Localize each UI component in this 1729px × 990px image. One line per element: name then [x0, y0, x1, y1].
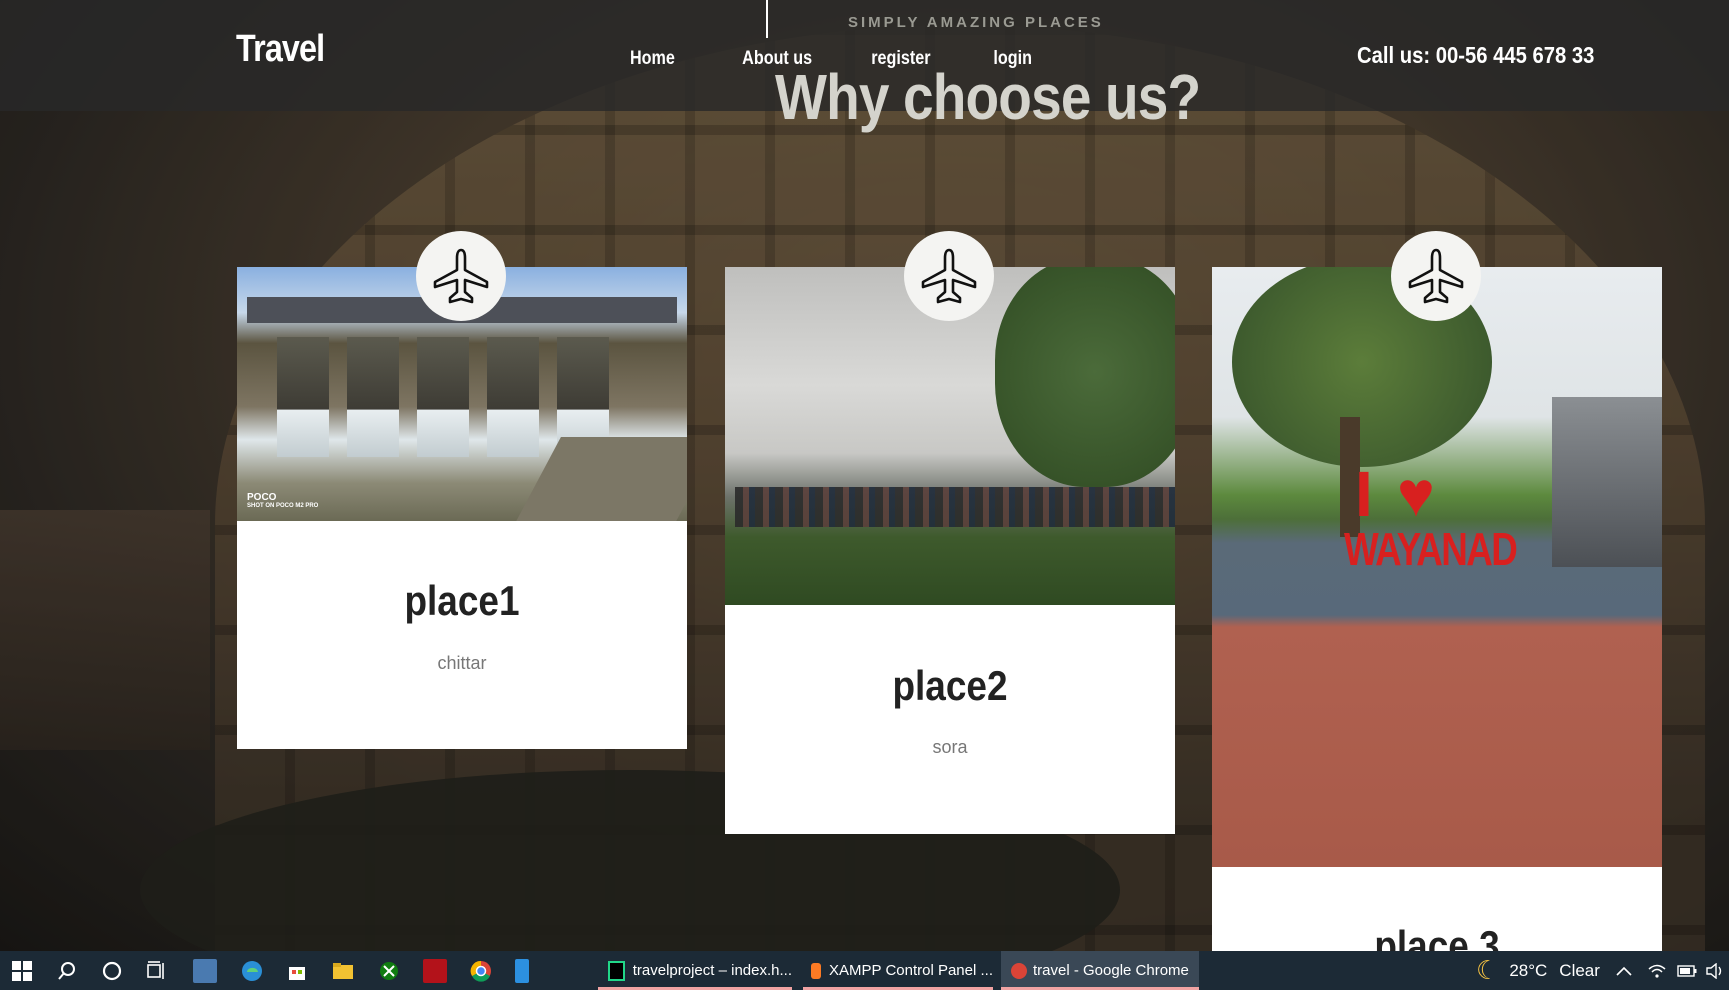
place-subtitle: chittar — [437, 653, 487, 673]
chrome-icon — [1011, 962, 1027, 979]
place-card[interactable]: I ♥ WAYANAD place 3 — [1212, 267, 1662, 969]
photo-watermark: POCO SHOT ON POCO M2 PRO — [247, 492, 319, 509]
airplane-icon — [921, 248, 977, 304]
sign-letter: I — [1355, 458, 1373, 530]
app-icon[interactable] — [423, 959, 447, 983]
xampp-icon — [811, 962, 822, 979]
airplane-badge — [416, 231, 506, 321]
chevron-up-icon[interactable] — [1616, 951, 1632, 990]
place-title: place2 — [892, 662, 1008, 709]
file-explorer-icon[interactable] — [331, 959, 355, 983]
place-title: place1 — [404, 577, 520, 624]
place-card[interactable]: POCO SHOT ON POCO M2 PRO place1 chittar — [237, 267, 687, 749]
task-view-icon[interactable] — [145, 959, 169, 983]
place-subtitle: sora — [932, 737, 968, 757]
wayanad-sign: WAYANAD — [1344, 523, 1518, 575]
taskbar-app-xampp[interactable]: XAMPP Control Panel ... — [803, 951, 993, 990]
tagline: SIMPLY AMAZING PLACES — [848, 14, 1104, 31]
place-photo: I ♥ WAYANAD — [1212, 267, 1662, 867]
store-icon[interactable] — [285, 959, 309, 983]
nav-home[interactable]: Home — [630, 48, 675, 70]
windows-taskbar: travelproject – index.h... XAMPP Control… — [0, 951, 1729, 990]
battery-icon[interactable] — [1677, 951, 1697, 990]
wifi-icon[interactable] — [1648, 951, 1666, 990]
airplane-icon — [433, 248, 489, 304]
photos-app-icon[interactable] — [193, 959, 217, 983]
phone-number: Call us: 00-56 445 678 33 — [1357, 42, 1595, 68]
airplane-badge — [1391, 231, 1481, 321]
moon-icon: ☾ — [1476, 955, 1500, 985]
chrome-icon[interactable] — [469, 959, 493, 983]
windows-start-icon[interactable] — [10, 959, 34, 983]
place-card[interactable]: place2 sora — [725, 267, 1175, 834]
airplane-badge — [904, 231, 994, 321]
xbox-icon[interactable] — [377, 959, 401, 983]
search-icon[interactable] — [55, 959, 79, 983]
taskbar-app-pycharm[interactable]: travelproject – index.h... — [598, 951, 792, 990]
section-heading: Why choose us? — [775, 61, 1201, 133]
pycharm-icon — [608, 960, 625, 981]
site-logo[interactable]: Travel — [236, 28, 325, 71]
airplane-icon — [1408, 248, 1464, 304]
cortana-icon[interactable] — [100, 959, 124, 983]
app-icon[interactable] — [515, 959, 529, 983]
weather-widget[interactable]: ☾ 28°C Clear — [1476, 951, 1600, 990]
edge-icon[interactable] — [240, 959, 264, 983]
volume-icon[interactable] — [1705, 951, 1725, 990]
heart-icon: ♥ — [1397, 458, 1435, 530]
tagline-divider — [766, 0, 768, 38]
taskbar-app-chrome[interactable]: travel - Google Chrome — [1001, 951, 1199, 990]
